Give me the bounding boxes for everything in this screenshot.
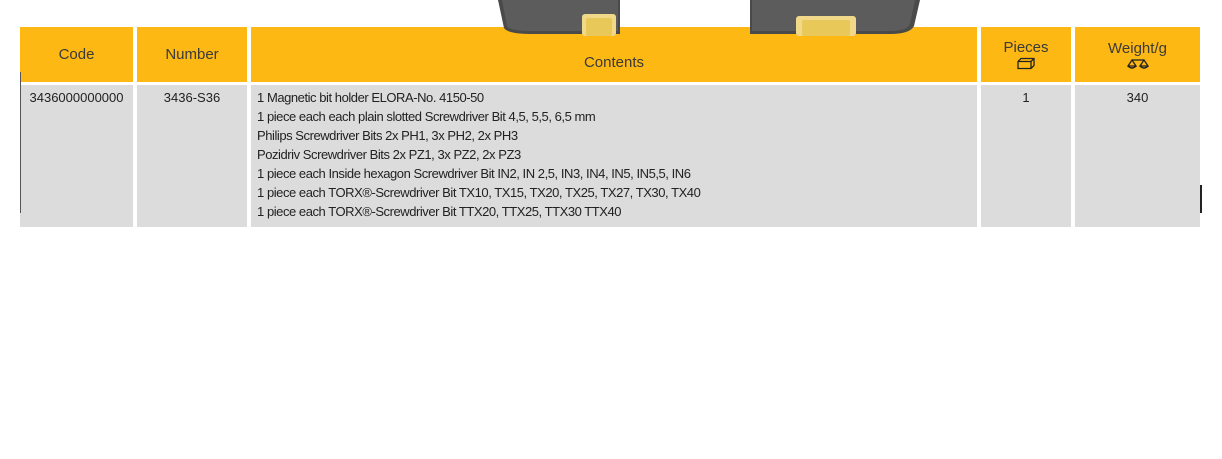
cell-contents: 1 Magnetic bit holder ELORA-No. 4150-50 … bbox=[251, 85, 977, 227]
cell-weight: 340 bbox=[1075, 85, 1200, 227]
article-table: Code Number Contents Pieces Weight/g 343… bbox=[16, 27, 1204, 227]
contents-line: Philips Screwdriver Bits 2x PH1, 3x PH2,… bbox=[257, 128, 518, 143]
contents-line: Pozidriv Screwdriver Bits 2x PZ1, 3x PZ2… bbox=[257, 147, 521, 162]
cell-number: 3436-S36 bbox=[137, 85, 247, 227]
column-header-pieces-label: Pieces bbox=[1003, 39, 1049, 56]
column-header-number-label: Number bbox=[165, 46, 219, 63]
contents-line: 1 piece each each plain slotted Screwdri… bbox=[257, 109, 596, 124]
contents-line: 1 piece each TORX®-Screwdriver Bit TX10,… bbox=[257, 185, 701, 200]
column-header-contents-label: Contents bbox=[583, 54, 645, 71]
product-table-page: Code Number Contents Pieces Weight/g 343… bbox=[0, 0, 1222, 459]
column-header-weight: Weight/g bbox=[1075, 27, 1200, 85]
cell-code: 3436000000000 bbox=[20, 85, 133, 227]
product-case-image bbox=[490, 0, 930, 36]
table-left-border bbox=[20, 72, 21, 213]
contents-line: 1 Magnetic bit holder ELORA-No. 4150-50 bbox=[257, 90, 484, 105]
pieces-box-icon bbox=[1017, 57, 1035, 70]
column-header-number: Number bbox=[137, 27, 247, 85]
text-cursor-mark bbox=[1200, 185, 1202, 213]
table-row: 3436000000000 3436-S36 1 Magnetic bit ho… bbox=[20, 85, 1200, 227]
contents-line: 1 piece each TORX®-Screwdriver Bit TTX20… bbox=[257, 204, 622, 219]
column-header-weight-label: Weight/g bbox=[1108, 39, 1167, 57]
cell-pieces: 1 bbox=[981, 85, 1071, 227]
contents-line: 1 piece each Inside hexagon Screwdriver … bbox=[257, 166, 691, 181]
product-case-graphic bbox=[498, 0, 920, 36]
scale-balance-icon bbox=[1126, 58, 1149, 69]
column-header-code-label: Code bbox=[58, 46, 95, 63]
column-header-pieces: Pieces bbox=[981, 27, 1071, 85]
column-header-code: Code bbox=[20, 27, 133, 85]
